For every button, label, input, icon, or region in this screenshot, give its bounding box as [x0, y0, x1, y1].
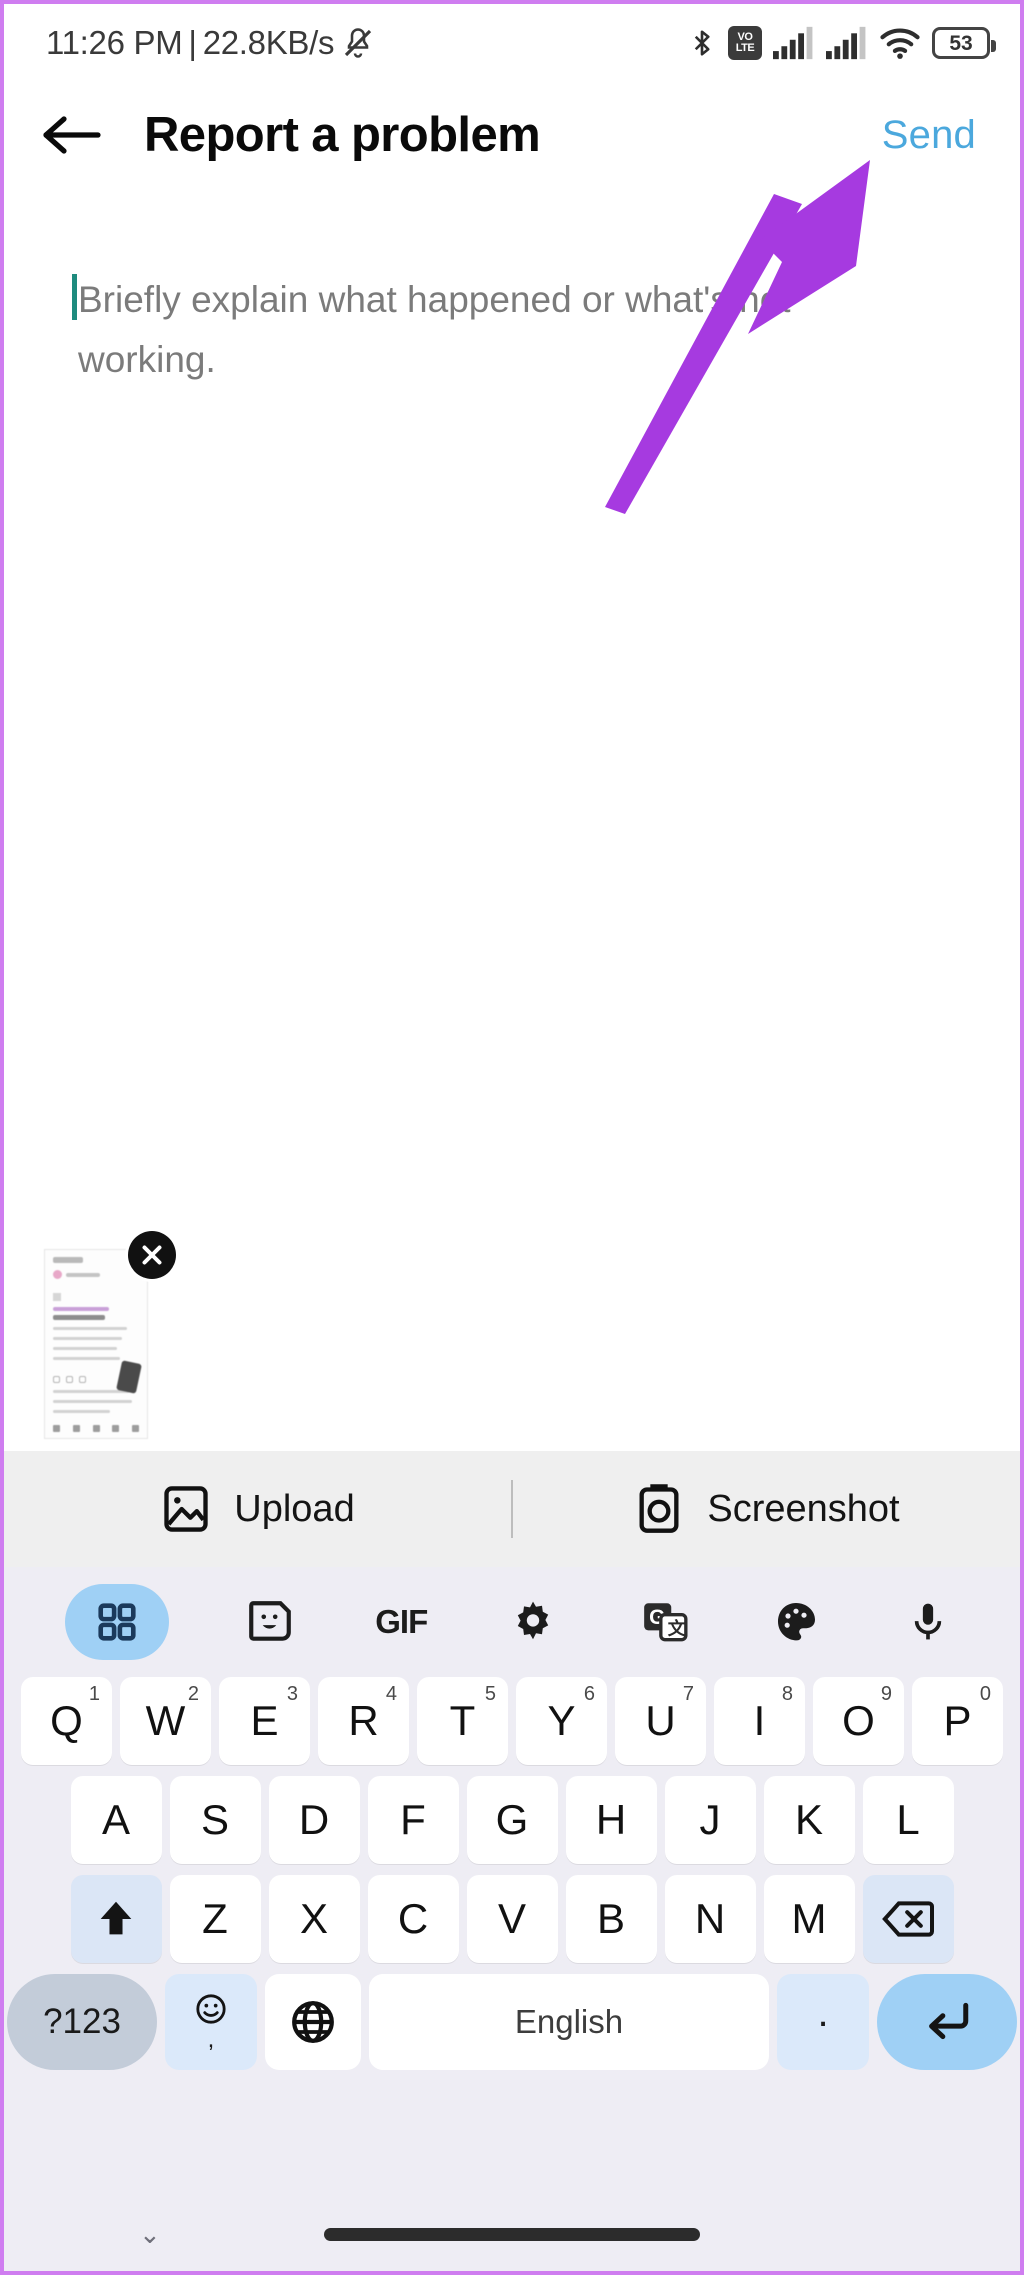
- key-k[interactable]: K: [763, 1776, 855, 1864]
- shift-up-arrow-icon: [100, 1901, 132, 1935]
- compose-area[interactable]: Briefly explain what happened or what's …: [4, 188, 1020, 1451]
- signal-sim2-icon: [826, 26, 866, 60]
- key-s[interactable]: S: [169, 1776, 261, 1864]
- backspace-icon: [882, 1901, 934, 1937]
- key-i[interactable]: 8I: [714, 1677, 805, 1765]
- key-p[interactable]: 0P: [912, 1677, 1003, 1765]
- camera-icon: [639, 1484, 679, 1533]
- translate-icon[interactable]: G 文: [634, 1591, 696, 1653]
- wifi-icon: [880, 28, 920, 59]
- status-bar-right: VO LTE 53: [687, 26, 996, 60]
- status-bar: 11:26 PM | 22.8KB/s VO LTE 53: [4, 4, 1020, 82]
- key-y[interactable]: 6Y: [516, 1677, 607, 1765]
- key-h[interactable]: H: [565, 1776, 657, 1864]
- emoji-icon: [196, 1994, 226, 2024]
- key-o[interactable]: 9O: [813, 1677, 904, 1765]
- key-v[interactable]: V: [466, 1875, 558, 1963]
- home-indicator[interactable]: [324, 2227, 700, 2241]
- mute-icon: [345, 28, 372, 58]
- key-g[interactable]: G: [466, 1776, 558, 1864]
- gear-icon[interactable]: [502, 1591, 564, 1653]
- battery-level: 53: [949, 31, 973, 55]
- app-header: Report a problem Send: [4, 82, 1020, 188]
- emoji-key[interactable]: ,: [165, 1974, 257, 2070]
- keyboard-row-2: A S D F G H J K L: [4, 1776, 1020, 1864]
- attachment-item[interactable]: [44, 1231, 176, 1439]
- key-r[interactable]: 4R: [318, 1677, 409, 1765]
- spacebar-key[interactable]: English: [369, 1974, 769, 2070]
- back-button[interactable]: [22, 113, 122, 157]
- close-icon: [142, 1245, 162, 1265]
- key-j[interactable]: J: [664, 1776, 756, 1864]
- screenshot-button[interactable]: Screenshot: [513, 1483, 1020, 1535]
- keyboard-row-3: Z X C V B N M: [4, 1875, 1020, 1963]
- key-l[interactable]: L: [862, 1776, 954, 1864]
- bluetooth-icon: [694, 30, 710, 56]
- image-icon: [164, 1486, 208, 1532]
- svg-text:文: 文: [667, 1618, 685, 1639]
- key-u[interactable]: 7U: [615, 1677, 706, 1765]
- status-bar-left: 11:26 PM | 22.8KB/s: [46, 24, 376, 62]
- volte-icon: VO LTE: [728, 26, 762, 60]
- globe-icon: [292, 2001, 334, 2043]
- status-separator: |: [188, 24, 197, 61]
- backspace-key[interactable]: [862, 1875, 954, 1963]
- key-z[interactable]: Z: [169, 1875, 261, 1963]
- keyboard-row-1: 1Q 2W 3E 4R 5T 6Y 7U 8I 9O 0P: [4, 1677, 1020, 1765]
- shift-key[interactable]: [70, 1875, 162, 1963]
- keyboard-row-4: ?123 , English .: [4, 1974, 1020, 2070]
- key-x[interactable]: X: [268, 1875, 360, 1963]
- upload-button[interactable]: Upload: [4, 1483, 511, 1535]
- battery-icon: 53: [932, 27, 996, 59]
- language-switch-key[interactable]: [265, 1974, 361, 2070]
- key-d[interactable]: D: [268, 1776, 360, 1864]
- microphone-icon[interactable]: [897, 1591, 959, 1653]
- key-a[interactable]: A: [70, 1776, 162, 1864]
- page-title: Report a problem: [144, 108, 541, 162]
- chevron-down-icon[interactable]: ⌄: [139, 2219, 161, 2250]
- status-time: 11:26 PM: [46, 24, 183, 61]
- upload-label: Upload: [234, 1487, 355, 1530]
- text-caret: [72, 274, 77, 320]
- symbols-key[interactable]: ?123: [7, 1974, 157, 2070]
- enter-icon: [929, 2002, 969, 2040]
- back-arrow-icon: [43, 116, 101, 154]
- key-n[interactable]: N: [664, 1875, 756, 1963]
- sticker-icon[interactable]: [239, 1591, 301, 1653]
- key-w[interactable]: 2W: [120, 1677, 211, 1765]
- comma-label: ,: [207, 2026, 215, 2053]
- attachment-toolbar: Upload Screenshot: [4, 1451, 1020, 1567]
- gif-icon[interactable]: GIF: [370, 1591, 432, 1653]
- phone-screen: 11:26 PM | 22.8KB/s VO LTE 53 Report a p…: [0, 0, 1024, 2275]
- enter-key[interactable]: [877, 1974, 1017, 2070]
- signal-sim1-icon: [773, 26, 813, 60]
- key-m[interactable]: M: [763, 1875, 855, 1963]
- grid-icon[interactable]: [64, 1584, 169, 1660]
- key-q[interactable]: 1Q: [21, 1677, 112, 1765]
- key-c[interactable]: C: [367, 1875, 459, 1963]
- problem-description-input[interactable]: Briefly explain what happened or what's …: [78, 270, 838, 390]
- key-b[interactable]: B: [565, 1875, 657, 1963]
- keyboard-toolbar: GIF G 文: [4, 1567, 1020, 1677]
- status-network-speed: 22.8KB/s: [202, 24, 335, 61]
- remove-attachment-button[interactable]: [128, 1231, 176, 1279]
- system-nav-bar: ⌄: [4, 2197, 1020, 2271]
- palette-icon[interactable]: [765, 1591, 827, 1653]
- key-e[interactable]: 3E: [219, 1677, 310, 1765]
- period-key[interactable]: .: [777, 1974, 869, 2070]
- key-t[interactable]: 5T: [417, 1677, 508, 1765]
- attachment-thumbnail: [44, 1249, 148, 1439]
- placeholder-wrapper: Briefly explain what happened or what's …: [72, 270, 946, 390]
- screenshot-label: Screenshot: [707, 1487, 900, 1530]
- send-button[interactable]: Send: [882, 113, 976, 158]
- key-f[interactable]: F: [367, 1776, 459, 1864]
- virtual-keyboard: GIF G 文 1 Q 2 W 3 E 4 R 5 T 6 Y 7 U 8 I …: [4, 1567, 1020, 2271]
